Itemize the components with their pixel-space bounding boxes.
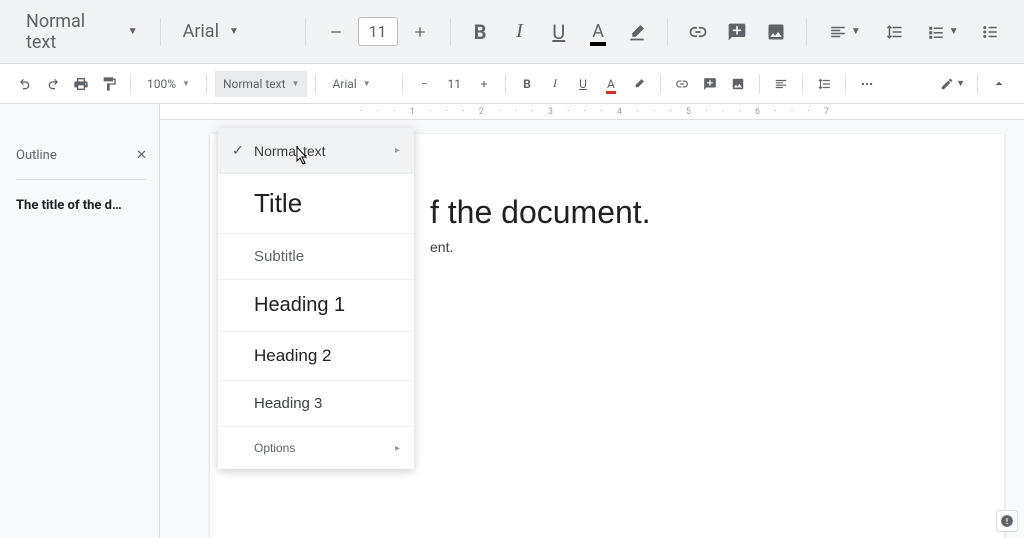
style-option-title[interactable]: Title — [218, 174, 414, 234]
check-icon: ✓ — [232, 142, 254, 159]
underline-button[interactable]: U — [541, 14, 576, 50]
font-family-dropdown-secondary[interactable]: Arial ▼ — [324, 71, 394, 97]
align-dropdown[interactable]: ▼ — [819, 14, 871, 50]
document-title-text[interactable]: f the document. — [430, 194, 924, 231]
separator — [667, 18, 668, 46]
paragraph-style-label: Normal text — [223, 77, 286, 91]
italic-button-secondary[interactable]: I — [542, 71, 568, 97]
insert-link-button-secondary[interactable] — [669, 71, 695, 97]
style-option-label: Normal text — [254, 143, 395, 159]
style-option-h1[interactable]: Heading 1 — [218, 280, 414, 332]
decrease-font-size-button[interactable] — [318, 14, 354, 50]
separator — [130, 74, 131, 94]
bold-button-secondary[interactable]: B — [514, 71, 540, 97]
font-family-label: Arial — [183, 21, 219, 42]
document-body-text[interactable]: ent. — [430, 239, 924, 255]
redo-button[interactable] — [40, 71, 66, 97]
separator — [802, 74, 803, 94]
paragraph-style-label: Normal text — [26, 11, 118, 53]
add-comment-button-secondary[interactable] — [697, 71, 723, 97]
zoom-label: 100% — [147, 77, 176, 91]
checklist-dropdown[interactable]: ▼ — [917, 14, 969, 50]
highlight-button-secondary[interactable] — [626, 71, 652, 97]
caret-down-icon: ▼ — [292, 79, 300, 88]
style-option-h3[interactable]: Heading 3 — [218, 381, 414, 427]
separator — [315, 74, 316, 94]
workspace: Outline ✕ The title of the d… · · · 1 · … — [0, 104, 1024, 538]
style-option-h2[interactable]: Heading 2 — [218, 332, 414, 381]
paint-format-button[interactable] — [96, 71, 122, 97]
text-color-button-secondary[interactable]: A — [598, 71, 624, 97]
outline-title: Outline — [16, 148, 57, 163]
undo-button[interactable] — [12, 71, 38, 97]
style-option-label: Subtitle — [254, 248, 400, 265]
separator — [977, 74, 978, 94]
collapse-toolbar-button[interactable] — [986, 71, 1012, 97]
explore-button[interactable] — [996, 510, 1018, 532]
style-option-label: Title — [254, 188, 400, 219]
separator — [160, 18, 161, 46]
separator — [206, 74, 207, 94]
insert-link-button[interactable] — [680, 14, 715, 50]
bold-button[interactable]: B — [463, 14, 498, 50]
separator — [759, 74, 760, 94]
primary-toolbar: Normal text ▼ Arial ▼ 11 B I U A — [0, 0, 1024, 64]
align-button-secondary[interactable] — [768, 71, 794, 97]
style-option-subtitle[interactable]: Subtitle — [218, 234, 414, 280]
separator — [505, 74, 506, 94]
style-option-label: Heading 2 — [254, 346, 400, 366]
paragraph-style-dropdown-secondary[interactable]: Normal text ▼ — [215, 71, 308, 97]
ruler[interactable]: · · · 1 · · · 2 · · · 3 · · · 4 · · · 5 … — [160, 104, 1024, 120]
caret-down-icon: ▼ — [229, 26, 239, 37]
insert-image-button-secondary[interactable] — [725, 71, 751, 97]
line-spacing-button-secondary[interactable] — [811, 71, 837, 97]
decrease-font-size-button-secondary[interactable]: − — [411, 71, 437, 97]
outline-item[interactable]: The title of the d… — [16, 198, 147, 213]
text-color-button[interactable]: A — [580, 14, 615, 50]
print-button[interactable] — [68, 71, 94, 97]
separator — [845, 74, 846, 94]
close-outline-button[interactable]: ✕ — [136, 148, 147, 163]
paragraph-style-dropdown[interactable]: Normal text ▼ — [16, 7, 148, 57]
font-size-input-secondary[interactable]: 11 — [439, 71, 469, 97]
more-button[interactable] — [854, 71, 880, 97]
increase-font-size-button[interactable] — [402, 14, 438, 50]
font-size-input[interactable]: 11 — [358, 17, 398, 46]
editing-mode-button[interactable]: ▼ — [936, 71, 969, 97]
italic-button[interactable]: I — [502, 14, 537, 50]
caret-down-icon: ▼ — [363, 79, 371, 88]
style-option-label: Options — [254, 441, 395, 455]
separator — [450, 18, 451, 46]
style-option-normal[interactable]: ✓Normal text▸ — [218, 128, 414, 174]
style-option-options[interactable]: Options▸ — [218, 427, 414, 469]
separator — [660, 74, 661, 94]
caret-down-icon: ▼ — [182, 79, 190, 88]
line-spacing-dropdown[interactable] — [875, 14, 913, 50]
separator — [305, 18, 306, 46]
increase-font-size-button-secondary[interactable]: + — [471, 71, 497, 97]
font-family-dropdown[interactable]: Arial ▼ — [173, 17, 293, 46]
caret-down-icon: ▼ — [128, 26, 138, 37]
secondary-toolbar: 100% ▼ Normal text ▼ Arial ▼ − 11 + B I … — [0, 64, 1024, 104]
separator — [402, 74, 403, 94]
bulleted-list-button[interactable] — [973, 14, 1008, 50]
font-family-label: Arial — [332, 77, 356, 91]
submenu-caret-icon: ▸ — [395, 443, 400, 454]
insert-image-button[interactable] — [759, 14, 794, 50]
font-size-group: 11 — [318, 14, 438, 50]
style-option-label: Heading 3 — [254, 395, 400, 412]
submenu-caret-icon: ▸ — [395, 145, 400, 156]
highlight-color-button[interactable] — [620, 14, 655, 50]
style-option-label: Heading 1 — [254, 294, 400, 317]
separator — [806, 18, 807, 46]
underline-button-secondary[interactable]: U — [570, 71, 596, 97]
outline-header: Outline ✕ — [16, 148, 147, 180]
paragraph-style-menu: ✓Normal text▸TitleSubtitleHeading 1Headi… — [218, 128, 414, 469]
add-comment-button[interactable] — [719, 14, 754, 50]
outline-sidebar: Outline ✕ The title of the d… — [0, 104, 160, 538]
zoom-dropdown[interactable]: 100% ▼ — [139, 71, 198, 97]
